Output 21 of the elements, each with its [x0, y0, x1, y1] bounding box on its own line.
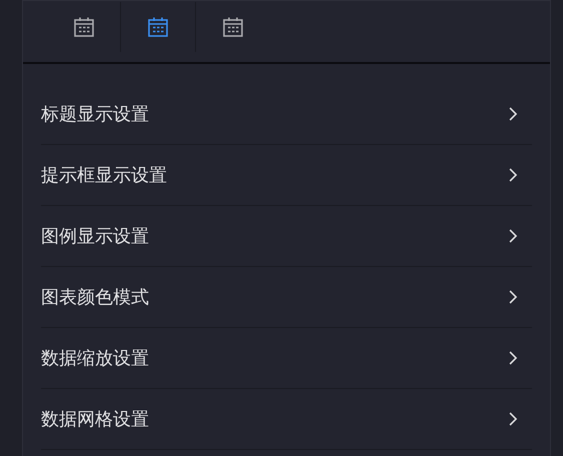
- chevron-right-icon: [508, 289, 518, 305]
- settings-item[interactable]: 数据网格设置: [41, 389, 532, 450]
- settings-item[interactable]: 标题显示设置: [41, 84, 532, 145]
- calendar-icon: [222, 16, 244, 38]
- chevron-right-icon: [508, 106, 518, 122]
- settings-item[interactable]: 数据缩放设置: [41, 328, 532, 389]
- settings-label: 数据网格设置: [41, 408, 149, 431]
- chevron-right-icon: [508, 411, 518, 427]
- calendar-icon: [72, 16, 94, 38]
- settings-item[interactable]: 提示框显示设置: [41, 145, 532, 206]
- chevron-right-icon: [508, 228, 518, 244]
- settings-label: 图表颜色模式: [41, 286, 149, 309]
- settings-label: 标题显示设置: [41, 103, 149, 126]
- settings-label: 提示框显示设置: [41, 164, 167, 187]
- calendar-icon: [147, 16, 169, 38]
- settings-item[interactable]: 图表颜色模式: [41, 267, 532, 328]
- settings-label: 数据缩放设置: [41, 347, 149, 370]
- chevron-right-icon: [508, 167, 518, 183]
- settings-item[interactable]: 图例显示设置: [41, 206, 532, 267]
- settings-label: 图例显示设置: [41, 225, 149, 248]
- chevron-right-icon: [508, 350, 518, 366]
